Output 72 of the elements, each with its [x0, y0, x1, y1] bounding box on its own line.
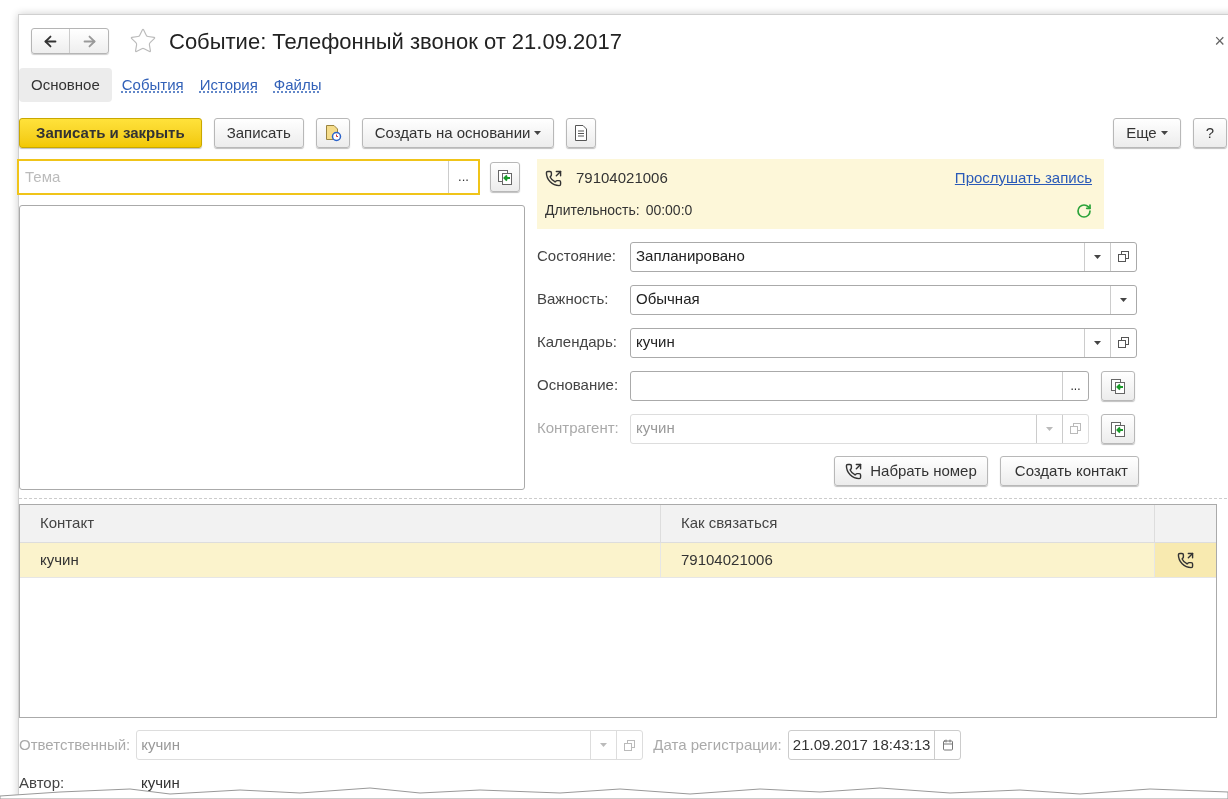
- close-button[interactable]: ×: [1214, 27, 1225, 55]
- calendar-icon: [941, 739, 954, 751]
- open-icon: [1118, 337, 1129, 348]
- field-label: Контрагент:: [537, 418, 620, 439]
- caret-icon: [600, 743, 608, 747]
- open-icon: [1070, 423, 1081, 434]
- input-field[interactable]: Обычная: [630, 284, 1137, 315]
- pick-button[interactable]: [1101, 413, 1135, 444]
- pick-button[interactable]: [490, 162, 520, 192]
- pick-button[interactable]: [1101, 370, 1135, 401]
- field-value: кучин: [140, 734, 181, 755]
- save-close-button[interactable]: Записать и закрыть: [19, 118, 202, 148]
- dial-number-button[interactable]: Набрать номер: [834, 456, 988, 486]
- document-button[interactable]: [566, 118, 597, 148]
- outgoing-call-icon: [845, 462, 863, 480]
- caret-icon: [1094, 254, 1101, 259]
- tab[interactable]: Основное: [19, 68, 112, 102]
- document-icon: [574, 125, 589, 141]
- table-row[interactable]: кучин 79104021006: [20, 543, 1216, 578]
- ellipsis-button[interactable]: ...: [448, 161, 478, 193]
- outgoing-call-icon: [545, 169, 562, 187]
- field-label: Основание:: [537, 375, 620, 396]
- tab[interactable]: События: [115, 68, 190, 102]
- field-value: 21.09.2017 18:43:13: [791, 734, 932, 755]
- report-icon: [323, 124, 342, 142]
- subject-field[interactable]: Тема ...: [17, 159, 480, 195]
- duration-value: 00:00:0: [645, 201, 693, 220]
- refresh-icon[interactable]: [1076, 202, 1092, 219]
- field-label: Дата регистрации:: [653, 734, 782, 755]
- field-value: кучин: [141, 773, 180, 793]
- caret-icon: [1046, 426, 1053, 431]
- tab[interactable]: История: [193, 68, 264, 102]
- create-contact-button[interactable]: Создать контакт: [999, 456, 1139, 486]
- duration-label: Длительность:: [545, 201, 640, 220]
- save-button[interactable]: Записать: [213, 118, 304, 148]
- pick-icon: [1110, 420, 1126, 437]
- caret-icon: [1160, 131, 1168, 135]
- field-label: Состояние:: [537, 246, 617, 267]
- open-icon: [1118, 251, 1129, 262]
- report-button[interactable]: [315, 118, 350, 148]
- field-label: Ответственный:: [19, 734, 131, 755]
- phone-number: 79104021006: [576, 168, 668, 188]
- field-label: Автор:: [19, 773, 66, 793]
- input-field[interactable]: Запланировано: [630, 241, 1137, 272]
- ellipsis-button[interactable]: ...: [1062, 371, 1088, 400]
- caret-icon: [1094, 340, 1101, 345]
- description-field[interactable]: [19, 205, 525, 490]
- outgoing-call-icon[interactable]: [1177, 551, 1194, 569]
- field-value: Обычная: [635, 289, 701, 310]
- field-label: Важность:: [537, 289, 610, 310]
- field-value: кучин: [635, 332, 676, 353]
- input-field[interactable]: ...: [630, 370, 1089, 401]
- help-button[interactable]: ?: [1192, 118, 1227, 148]
- field-value: кучин: [635, 418, 676, 439]
- create-based-on-button[interactable]: Создать на основании: [361, 118, 555, 148]
- date-field[interactable]: 21.09.2017 18:43:13: [787, 730, 962, 760]
- column-header: Как связаться: [661, 505, 1155, 542]
- input-field[interactable]: кучин: [630, 327, 1137, 358]
- field-label: Календарь:: [537, 332, 618, 353]
- tab[interactable]: Файлы: [267, 68, 328, 102]
- star-icon[interactable]: [129, 27, 157, 55]
- table-cell: кучин: [20, 543, 661, 577]
- window-title: Событие: Телефонный звонок от 21.09.2017: [169, 27, 622, 56]
- pick-icon: [1110, 377, 1126, 394]
- more-button[interactable]: Еще: [1113, 118, 1181, 148]
- column-header: Контакт: [20, 505, 661, 542]
- listen-recording-link[interactable]: Прослушать запись: [954, 167, 1092, 190]
- open-icon: [624, 739, 636, 751]
- caret-icon: [534, 131, 542, 135]
- pick-icon: [497, 169, 513, 185]
- caret-icon: [1120, 297, 1127, 302]
- field-value: Запланировано: [635, 246, 746, 267]
